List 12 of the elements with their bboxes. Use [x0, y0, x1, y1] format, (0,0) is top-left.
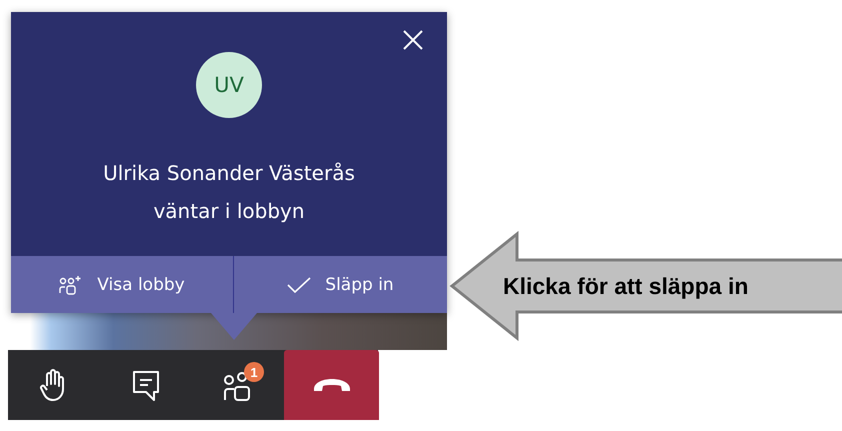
notification-badge: 1	[244, 362, 264, 382]
callout-text: Klicka för att släppa in	[503, 272, 748, 300]
hang-up-icon	[312, 377, 352, 393]
avatar: UV	[196, 52, 262, 118]
participants-button[interactable]: 1	[192, 350, 284, 420]
people-add-icon	[59, 274, 84, 296]
hang-up-button[interactable]	[284, 350, 379, 420]
close-button[interactable]	[401, 28, 425, 52]
check-icon	[287, 276, 312, 292]
close-icon	[401, 28, 425, 52]
lobby-message: Ulrika Sonander Västerås väntar i lobbyn	[102, 160, 356, 225]
chat-icon	[130, 368, 162, 402]
